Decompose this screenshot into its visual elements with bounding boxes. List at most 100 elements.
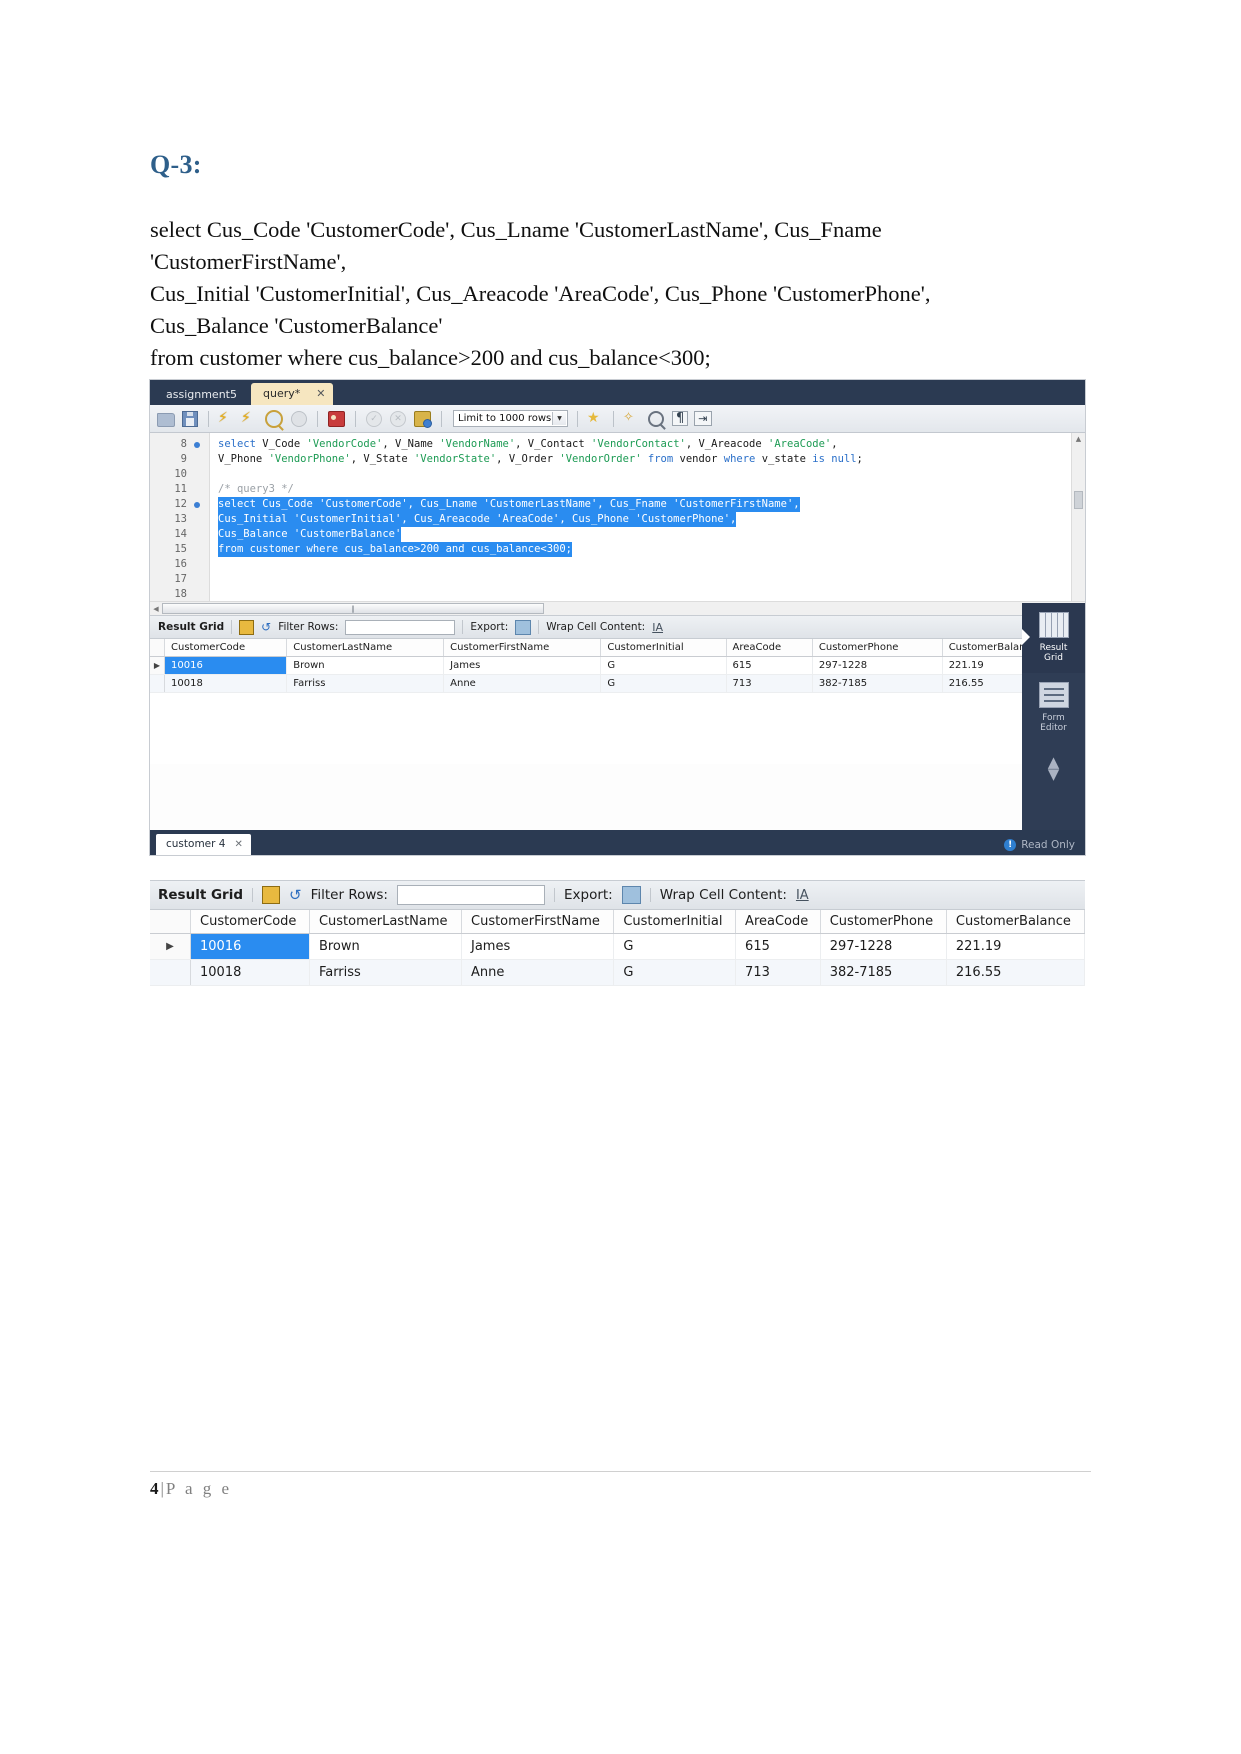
wrap-cell-content-icon[interactable]: IA <box>652 621 663 634</box>
column-header[interactable]: CustomerPhone <box>812 639 943 657</box>
column-header[interactable]: CustomerCode <box>164 639 288 657</box>
rollback-icon[interactable]: ✕ <box>390 410 406 427</box>
table-cell[interactable]: Anne <box>461 959 615 986</box>
table-cell[interactable]: G <box>600 674 727 693</box>
table-cell[interactable]: Anne <box>443 674 602 693</box>
table-cell[interactable]: 216.55 <box>946 959 1085 986</box>
editor-vertical-scrollbar[interactable]: ▲ <box>1071 433 1085 601</box>
code-line[interactable]: Cus_Balance 'CustomerBalance' <box>218 527 1085 542</box>
row-limit-dropdown[interactable]: Limit to 1000 rows ▼ <box>453 410 568 427</box>
tab-query[interactable]: query* ✕ <box>250 383 334 405</box>
column-header[interactable]: CustomerBalance <box>946 910 1085 934</box>
find-icon[interactable] <box>648 410 664 427</box>
side-item-form-editor[interactable]: Form Editor <box>1022 673 1085 743</box>
table-cell[interactable]: 615 <box>726 656 813 675</box>
filter-rows-input-zoom[interactable] <box>396 885 545 905</box>
column-header[interactable]: CustomerLastName <box>286 639 445 657</box>
autocommit-icon[interactable] <box>414 410 432 428</box>
table-cell[interactable]: 221.19 <box>946 933 1085 960</box>
table-cell[interactable]: G <box>613 959 737 986</box>
sql-editor[interactable]: 8 9 10 11 12 13 14 15 16 17 18 select V_Code 'Vend… <box>150 433 1085 601</box>
close-icon[interactable]: ✕ <box>234 839 242 850</box>
table-cell[interactable]: 10018 <box>164 674 288 693</box>
table-cell[interactable]: 713 <box>726 674 813 693</box>
scroll-up-icon[interactable]: ▲ <box>1072 433 1085 445</box>
table-cell[interactable]: 297-1228 <box>820 933 947 960</box>
code-line[interactable]: from customer where cus_balance>200 and … <box>218 542 1085 557</box>
beautify-icon[interactable]: ★ <box>587 411 604 427</box>
clear-icon[interactable]: ✧ <box>623 411 640 427</box>
table-cell[interactable]: 382-7185 <box>812 674 943 693</box>
export-icon[interactable] <box>621 886 641 904</box>
line-number: 15 <box>174 543 187 555</box>
chevron-down-icon[interactable]: ▼ <box>552 412 566 425</box>
result-tab-customer[interactable]: customer 4 ✕ <box>156 834 251 855</box>
table-cell[interactable]: 10018 <box>190 959 310 986</box>
open-folder-icon[interactable] <box>157 412 175 427</box>
execute-current-statement-icon[interactable]: ⚡ <box>241 411 258 427</box>
column-header[interactable]: AreaCode <box>726 639 813 657</box>
column-header[interactable]: CustomerFirstName <box>461 910 615 934</box>
table-cell[interactable]: G <box>600 656 727 675</box>
code-line[interactable] <box>218 587 1085 601</box>
column-header[interactable]: CustomerInitial <box>613 910 737 934</box>
table-cell[interactable]: James <box>461 933 615 960</box>
stop-icon[interactable] <box>291 410 307 427</box>
table-row[interactable]: ▶ 10016 Brown James G 615 297-1228 221.19 <box>150 656 1085 675</box>
code-line[interactable]: select Cus_Code 'CustomerCode', Cus_Lnam… <box>218 497 1085 512</box>
table-cell[interactable]: 10016 <box>164 656 288 675</box>
table-cell[interactable]: 297-1228 <box>812 656 943 675</box>
grid-view-icon[interactable] <box>262 886 281 904</box>
code-line[interactable] <box>218 467 1085 482</box>
sql-code-area[interactable]: select V_Code 'VendorCode', V_Name 'Vend… <box>210 433 1085 601</box>
result-grid-zoom-screenshot: Result Grid ↺ Filter Rows: Export: Wrap … <box>150 880 1085 1015</box>
table-row[interactable]: ▶ 10016 Brown James G 615 297-1228 221.19 <box>150 933 1085 960</box>
table-cell[interactable]: 615 <box>735 933 821 960</box>
table-cell[interactable]: G <box>613 933 737 960</box>
toggle-explain-icon[interactable] <box>328 410 345 427</box>
horizontal-scroll-trough[interactable]: ‖ <box>162 603 1073 614</box>
code-line[interactable]: /* query3 */ <box>218 482 1085 497</box>
wrap-lines-icon[interactable]: ⇥ <box>694 411 712 426</box>
horizontal-scroll-thumb[interactable]: ‖ <box>162 603 544 614</box>
table-cell[interactable]: Brown <box>286 656 445 675</box>
code-line[interactable]: Cus_Initial 'CustomerInitial', Cus_Areac… <box>218 512 1085 527</box>
code-line[interactable]: select V_Code 'VendorCode', V_Name 'Vend… <box>218 437 1085 452</box>
code-line[interactable] <box>218 557 1085 572</box>
table-cell[interactable]: Farriss <box>286 674 445 693</box>
tab-assignment5[interactable]: assignment5 <box>156 385 251 405</box>
column-header[interactable]: CustomerCode <box>190 910 310 934</box>
vertical-scroll-thumb[interactable] <box>1074 491 1083 509</box>
table-cell[interactable]: 713 <box>735 959 821 986</box>
execute-icon[interactable]: ⚡ <box>218 411 235 427</box>
invisible-chars-icon[interactable]: ¶ <box>672 411 689 426</box>
commit-icon[interactable]: ✓ <box>366 410 382 427</box>
table-cell[interactable]: James <box>443 656 602 675</box>
code-line[interactable]: V_Phone 'VendorPhone', V_State 'VendorSt… <box>218 452 1085 467</box>
column-header[interactable]: AreaCode <box>735 910 821 934</box>
table-cell[interactable]: 10016 <box>190 933 310 960</box>
column-header[interactable]: CustomerLastName <box>309 910 463 934</box>
column-header[interactable]: CustomerPhone <box>820 910 947 934</box>
table-row[interactable]: 10018 Farriss Anne G 713 382-7185 216.55 <box>150 674 1085 693</box>
refresh-icon[interactable]: ↺ <box>261 621 271 633</box>
grid-view-icon[interactable] <box>239 619 255 635</box>
table-cell[interactable]: Farriss <box>309 959 463 986</box>
chevron-up-down-icon[interactable]: ▲ ▼ <box>1022 755 1085 782</box>
editor-horizontal-scrollbar[interactable]: ◀ ‖ ▶ <box>150 601 1085 615</box>
table-cell[interactable]: Brown <box>309 933 463 960</box>
side-item-result-grid[interactable]: Result Grid <box>1022 603 1085 673</box>
wrap-cell-content-icon[interactable]: IA <box>796 888 809 903</box>
table-row[interactable]: 10018 Farriss Anne G 713 382-7185 216.55 <box>150 959 1085 986</box>
column-header[interactable]: CustomerInitial <box>600 639 727 657</box>
column-header[interactable]: CustomerFirstName <box>443 639 602 657</box>
refresh-icon[interactable]: ↺ <box>289 887 302 903</box>
explain-icon[interactable] <box>265 409 283 428</box>
code-line[interactable] <box>218 572 1085 587</box>
scroll-left-icon[interactable]: ◀ <box>150 605 162 613</box>
table-cell[interactable]: 382-7185 <box>820 959 947 986</box>
filter-rows-input[interactable] <box>345 619 456 635</box>
export-icon[interactable] <box>515 619 532 635</box>
close-icon[interactable]: ✕ <box>316 388 325 399</box>
save-icon[interactable] <box>182 410 198 427</box>
